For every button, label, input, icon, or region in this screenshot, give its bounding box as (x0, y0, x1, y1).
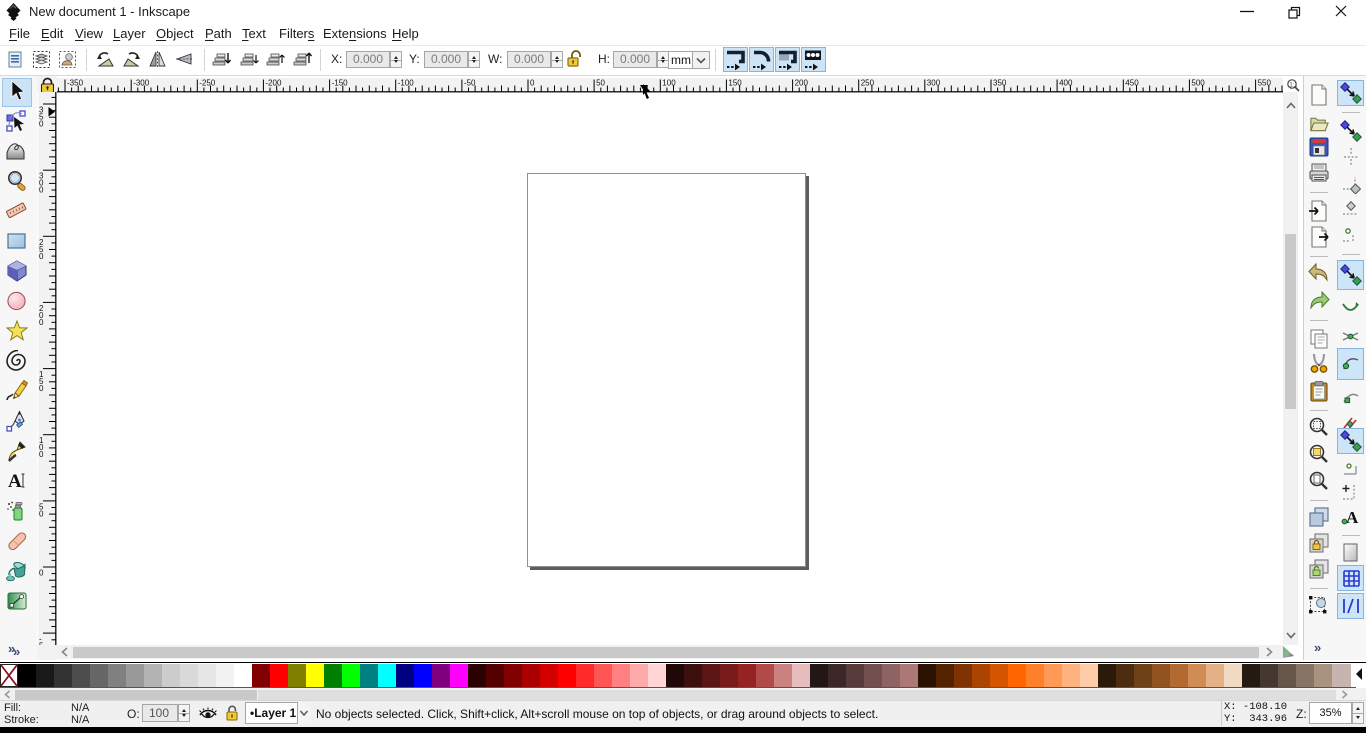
svg-text:0: 0 (39, 450, 44, 459)
svg-text:-150: -150 (332, 79, 349, 88)
svg-text:5: 5 (39, 642, 44, 645)
svg-text:-100: -100 (398, 79, 415, 88)
svg-text:-200: -200 (265, 79, 282, 88)
svg-text:0: 0 (39, 569, 44, 578)
svg-text:300: 300 (927, 79, 941, 88)
svg-text:A: A (8, 471, 22, 492)
svg-text:200: 200 (795, 79, 809, 88)
svg-text:550: 550 (1258, 79, 1272, 88)
svg-text:50: 50 (596, 79, 605, 88)
svg-text:500: 500 (1191, 79, 1205, 88)
svg-text:350: 350 (993, 79, 1007, 88)
svg-text:150: 150 (728, 79, 742, 88)
svg-text:-50: -50 (464, 79, 476, 88)
svg-text:0: 0 (39, 384, 44, 393)
svg-text:0: 0 (530, 79, 535, 88)
svg-text:A: A (1346, 508, 1359, 527)
svg-text:0: 0 (39, 318, 44, 327)
svg-text:450: 450 (1125, 79, 1139, 88)
svg-text:-300: -300 (133, 79, 150, 88)
svg-text:250: 250 (861, 79, 875, 88)
svg-text:-250: -250 (199, 79, 216, 88)
svg-text:100: 100 (662, 79, 676, 88)
svg-text:1:1: 1:1 (1289, 82, 1298, 88)
svg-text:0: 0 (39, 120, 44, 129)
svg-text:0: 0 (39, 252, 44, 261)
svg-text:-350: -350 (67, 79, 84, 88)
svg-text:400: 400 (1059, 79, 1073, 88)
svg-text:0: 0 (39, 509, 44, 518)
svg-text:0: 0 (39, 186, 44, 195)
